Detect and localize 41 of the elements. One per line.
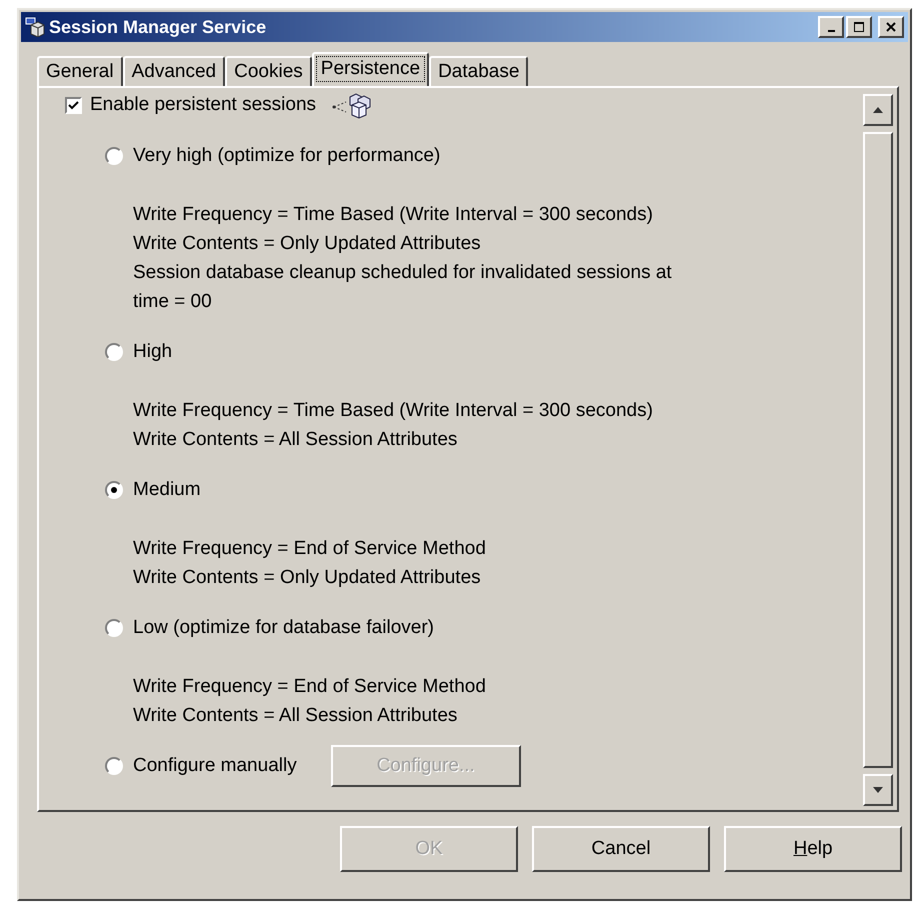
setting-description: Write Frequency = Time Based (Write Interval = 300 seconds) xyxy=(133,203,654,227)
checkbox[interactable] xyxy=(65,96,82,114)
setting-description: Write Contents = Only Updated Attributes xyxy=(133,232,482,256)
radio-button[interactable] xyxy=(105,757,123,775)
maximize-icon xyxy=(853,21,865,33)
radio-button[interactable] xyxy=(105,343,123,361)
tab[interactable]: General xyxy=(37,56,123,86)
radio-button[interactable] xyxy=(105,147,123,165)
setting-description: Write Contents = Only Updated Attributes xyxy=(133,566,482,590)
setting-description: Write Frequency = End of Service Method xyxy=(133,537,487,561)
scroll-down-icon xyxy=(872,786,884,794)
radio-label: Configure manually xyxy=(133,755,297,777)
setting-description: Write Contents = All Session Attributes xyxy=(133,704,458,728)
window-title: Session Manager Service xyxy=(49,16,268,38)
radio-label: Medium xyxy=(133,479,201,501)
close-icon xyxy=(885,21,897,33)
radio-button[interactable] xyxy=(105,619,123,637)
app-icon xyxy=(25,17,45,37)
scroll-thumb[interactable] xyxy=(863,132,893,768)
setting-description: Write Contents = All Session Attributes xyxy=(133,428,458,452)
tab[interactable]: Database xyxy=(429,56,528,86)
tab[interactable]: Advanced xyxy=(122,56,226,86)
dialog-button[interactable]: Cancel xyxy=(532,826,710,872)
minimize-icon xyxy=(828,30,834,32)
radio-label: Low (optimize for database failover) xyxy=(133,617,434,639)
close-button[interactable] xyxy=(878,16,904,38)
radio-label: High xyxy=(133,341,172,363)
radio-label: Very high (optimize for performance) xyxy=(133,145,440,167)
setting-description: Write Frequency = End of Service Method xyxy=(133,675,487,699)
setting-description: Session database cleanup scheduled for invalidated sessions at time = 00 xyxy=(133,261,673,314)
checkbox-label: Enable persistent sessions xyxy=(90,94,316,116)
dialog-button[interactable]: Help xyxy=(724,826,902,872)
check-icon xyxy=(68,100,79,110)
minimize-button[interactable] xyxy=(818,16,844,38)
cubes-icon xyxy=(332,91,372,119)
maximize-button[interactable] xyxy=(846,16,872,38)
radio-button[interactable] xyxy=(105,481,123,499)
tab[interactable]: Cookies xyxy=(225,56,312,86)
setting-description: Write Frequency = Time Based (Write Interval = 300 seconds) xyxy=(133,399,654,423)
tab[interactable]: Persistence xyxy=(312,52,430,86)
scroll-up-icon xyxy=(872,106,884,114)
